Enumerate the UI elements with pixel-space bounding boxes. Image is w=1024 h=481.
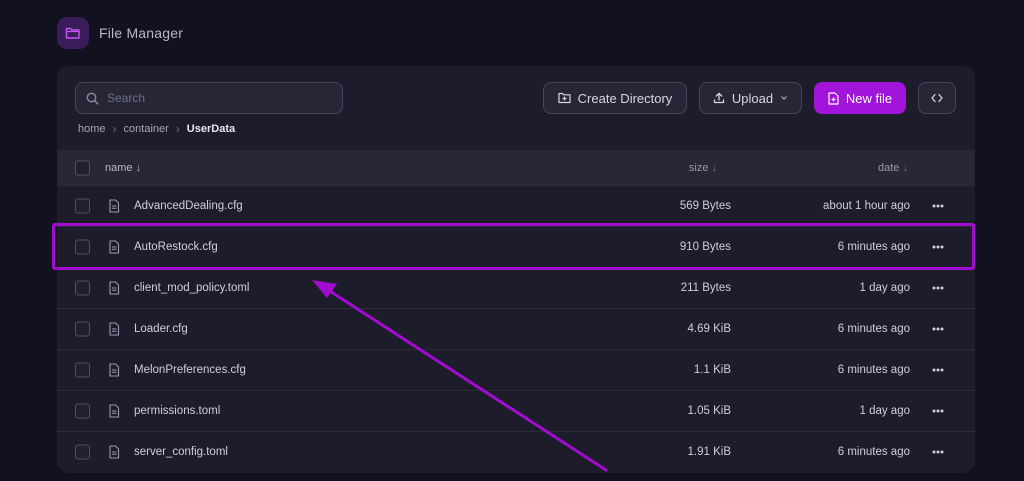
- file-icon: [109, 281, 120, 295]
- file-date: 6 minutes ago: [837, 364, 910, 376]
- more-options-icon[interactable]: [931, 404, 945, 418]
- row-checkbox[interactable]: [75, 321, 90, 337]
- more-options-icon[interactable]: [931, 322, 945, 336]
- search-icon: [86, 92, 99, 105]
- file-manager-panel: Create Directory Upload New file: [57, 66, 975, 473]
- file-size: 1.1 KiB: [693, 364, 731, 376]
- file-name[interactable]: AdvancedDealing.cfg: [134, 200, 243, 212]
- table-row[interactable]: AutoRestock.cfg 910 Bytes 6 minutes ago: [57, 226, 975, 267]
- upload-label: Upload: [731, 90, 774, 106]
- chevron-down-icon: [781, 96, 788, 100]
- file-size: 910 Bytes: [679, 241, 731, 253]
- more-options-icon[interactable]: [931, 281, 945, 295]
- sort-down-icon: ↓: [711, 161, 718, 174]
- more-options-icon[interactable]: [931, 363, 945, 377]
- table-row[interactable]: MelonPreferences.cfg 1.1 KiB 6 minutes ago: [57, 349, 975, 390]
- breadcrumb-current: UserData: [186, 123, 236, 135]
- row-checkbox[interactable]: [75, 444, 90, 460]
- folder-icon: [57, 17, 89, 49]
- file-size: 1.91 KiB: [687, 446, 731, 458]
- file-date: 6 minutes ago: [837, 323, 910, 335]
- more-options-icon[interactable]: [931, 445, 945, 459]
- column-header-size[interactable]: size ↓: [689, 162, 717, 174]
- create-directory-button[interactable]: Create Directory: [543, 82, 687, 114]
- row-checkbox[interactable]: [75, 239, 90, 255]
- file-icon: [109, 404, 120, 418]
- file-date: about 1 hour ago: [823, 200, 910, 212]
- file-date: 1 day ago: [859, 282, 910, 294]
- file-icon: [109, 445, 120, 459]
- toolbar: Create Directory Upload New file: [57, 66, 975, 150]
- file-date: 6 minutes ago: [837, 241, 910, 253]
- breadcrumb-item-container[interactable]: container: [124, 123, 169, 135]
- file-size: 211 Bytes: [680, 282, 731, 294]
- file-plus-icon: [828, 91, 839, 105]
- code-view-button[interactable]: [918, 82, 956, 114]
- table-row[interactable]: Loader.cfg 4.69 KiB 6 minutes ago: [57, 308, 975, 349]
- file-size: 1.05 KiB: [687, 405, 731, 417]
- table-header: name ↓ size ↓ date ↓: [57, 150, 975, 185]
- file-size: 4.69 KiB: [687, 323, 731, 335]
- row-checkbox[interactable]: [75, 403, 90, 419]
- search-box[interactable]: [75, 82, 343, 114]
- file-date: 1 day ago: [859, 405, 910, 417]
- file-icon: [109, 322, 120, 336]
- table-row[interactable]: permissions.toml 1.05 KiB 1 day ago: [57, 390, 975, 431]
- file-icon: [109, 363, 120, 377]
- upload-button[interactable]: Upload: [699, 82, 802, 114]
- file-name[interactable]: permissions.toml: [134, 405, 220, 417]
- sort-down-icon: ↓: [902, 161, 909, 174]
- folder-plus-icon: [558, 92, 571, 104]
- upload-icon: [713, 92, 725, 104]
- breadcrumb: home › container › UserData: [78, 122, 235, 136]
- file-name[interactable]: MelonPreferences.cfg: [134, 364, 246, 376]
- file-name[interactable]: AutoRestock.cfg: [134, 241, 218, 253]
- sort-down-icon: ↓: [135, 161, 142, 174]
- create-directory-label: Create Directory: [577, 90, 673, 106]
- row-checkbox[interactable]: [75, 362, 90, 378]
- file-date: 6 minutes ago: [837, 446, 910, 458]
- table-row[interactable]: client_mod_policy.toml 211 Bytes 1 day ago: [57, 267, 975, 308]
- new-file-label: New file: [845, 90, 893, 106]
- more-options-icon[interactable]: [931, 199, 945, 213]
- column-header-date[interactable]: date ↓: [878, 162, 908, 174]
- chevron-right-icon: ›: [175, 122, 180, 136]
- file-icon: [109, 240, 120, 254]
- new-file-button[interactable]: New file: [814, 82, 906, 114]
- file-icon: [109, 199, 120, 213]
- file-name[interactable]: Loader.cfg: [134, 323, 188, 335]
- file-size: 569 Bytes: [679, 200, 731, 212]
- select-all-checkbox[interactable]: [75, 160, 90, 175]
- row-checkbox[interactable]: [75, 198, 90, 214]
- code-icon: [931, 93, 943, 103]
- search-input[interactable]: [107, 91, 327, 105]
- app-title: File Manager: [99, 25, 184, 41]
- more-options-icon[interactable]: [931, 240, 945, 254]
- table-row[interactable]: AdvancedDealing.cfg 569 Bytes about 1 hour…: [57, 185, 975, 226]
- app-header: File Manager: [57, 16, 183, 50]
- row-checkbox[interactable]: [75, 280, 90, 296]
- table-row[interactable]: server_config.toml 1.91 KiB 6 minutes ago: [57, 431, 975, 472]
- column-header-name[interactable]: name ↓: [105, 162, 141, 174]
- file-name[interactable]: client_mod_policy.toml: [134, 282, 249, 294]
- breadcrumb-item-home[interactable]: home: [78, 123, 106, 135]
- file-name[interactable]: server_config.toml: [134, 446, 228, 458]
- chevron-right-icon: ›: [112, 122, 117, 136]
